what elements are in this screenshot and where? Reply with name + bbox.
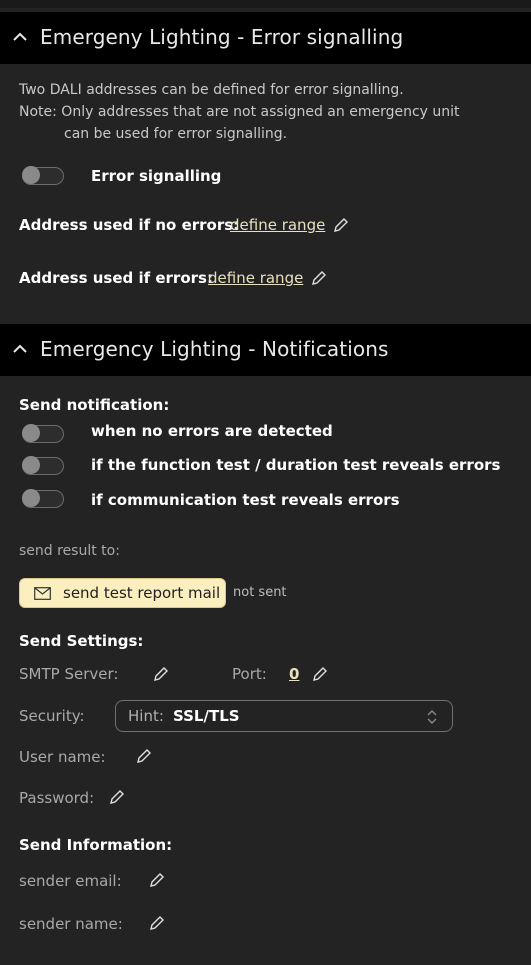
notify-communication-test-toggle[interactable]: [22, 489, 64, 508]
toggle-knob: [22, 489, 40, 507]
pencil-icon[interactable]: [310, 269, 328, 287]
pencil-icon[interactable]: [148, 914, 166, 932]
notify-function-test-toggle[interactable]: [22, 456, 64, 475]
description-line-2: Note: Only addresses that are not assign…: [19, 104, 460, 120]
send-result-to-label: send result to:: [19, 543, 120, 559]
port-label: Port:: [232, 665, 267, 683]
send-information-label: Send Information:: [19, 836, 173, 854]
notify-no-errors-toggle[interactable]: [22, 424, 64, 443]
mail-status: not sent: [233, 585, 287, 600]
section-title: Emergeny Lighting - Error signalling: [40, 25, 404, 49]
send-settings-label: Send Settings:: [19, 632, 144, 650]
port-value-link[interactable]: 0: [289, 665, 299, 683]
security-value: SSL/TLS: [173, 707, 240, 725]
pencil-icon[interactable]: [152, 665, 170, 683]
top-strip: [0, 0, 531, 8]
address-errors-define-range-link[interactable]: define range: [208, 269, 303, 287]
section-header-notifications[interactable]: Emergency Lighting - Notifications: [0, 324, 531, 376]
address-no-errors-define-range-link[interactable]: define range: [230, 216, 325, 234]
chevron-up-icon: [13, 344, 27, 353]
security-select[interactable]: Hint: SSL/TLS: [115, 700, 453, 732]
smtp-server-label: SMTP Server:: [19, 665, 119, 683]
address-errors-label: Address used if errors:: [19, 269, 213, 287]
username-label: User name:: [19, 748, 106, 766]
mail-button-label: send test report mail: [63, 584, 221, 602]
pencil-icon[interactable]: [332, 216, 350, 234]
toggle-knob: [22, 456, 40, 474]
security-label: Security:: [19, 707, 85, 725]
notify-option-label: if communication test reveals errors: [91, 491, 400, 509]
description-line-1: Two DALI addresses can be defined for er…: [19, 82, 404, 98]
password-label: Password:: [19, 789, 95, 807]
send-notification-label: Send notification:: [19, 396, 170, 414]
sender-name-label: sender name:: [19, 915, 123, 933]
description-line-3: can be used for error signalling.: [64, 126, 288, 142]
error-signalling-label: Error signalling: [91, 167, 222, 185]
send-test-report-mail-button[interactable]: send test report mail: [19, 578, 226, 608]
chevron-up-icon: [13, 32, 27, 41]
error-signalling-toggle[interactable]: [22, 166, 64, 185]
notify-option-label: if the function test / duration test rev…: [91, 456, 501, 474]
toggle-knob: [22, 166, 40, 184]
toggle-knob: [22, 424, 40, 442]
pencil-icon[interactable]: [135, 747, 153, 765]
pencil-icon[interactable]: [148, 871, 166, 889]
section-title: Emergency Lighting - Notifications: [40, 337, 389, 361]
sender-email-label: sender email:: [19, 872, 122, 890]
mail-icon: [34, 587, 51, 600]
notify-option-label: when no errors are detected: [91, 422, 333, 440]
section-header-error-signalling[interactable]: Emergeny Lighting - Error signalling: [0, 12, 531, 64]
address-no-errors-label: Address used if no errors:: [19, 216, 240, 234]
security-hint: Hint:: [128, 707, 164, 725]
pencil-icon[interactable]: [108, 788, 126, 806]
select-arrows-icon: [427, 710, 437, 724]
pencil-icon[interactable]: [311, 665, 329, 683]
